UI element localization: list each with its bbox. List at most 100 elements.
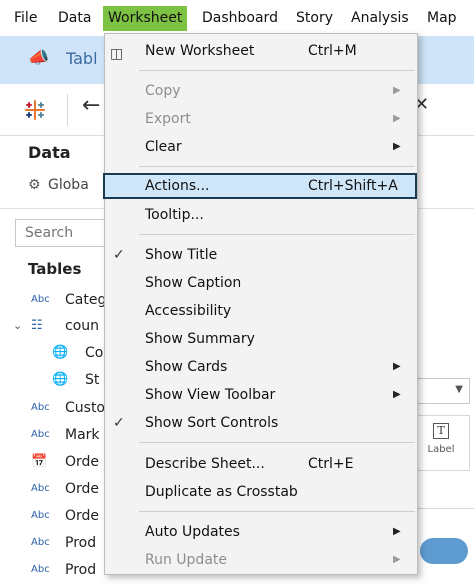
menu-item-label: Clear: [145, 139, 182, 155]
menu-bar: File Data Worksheet Dashboard Story Anal…: [0, 0, 474, 36]
toolbar-separator: [67, 94, 68, 126]
menu-item-label: Show Summary: [145, 331, 255, 347]
menu-item-show-title[interactable]: ✓ Show Title: [105, 242, 417, 268]
menu-worksheet[interactable]: Worksheet: [103, 6, 188, 31]
field-name: coun: [65, 318, 100, 334]
menu-item-label: Show Caption: [145, 275, 242, 291]
shortcut-label: Ctrl+Shift+A: [308, 178, 398, 194]
string-type-icon: Abc: [31, 402, 50, 413]
menu-item-describe-sheet[interactable]: Describe Sheet... Ctrl+E: [105, 451, 417, 477]
menu-item-auto-updates[interactable]: Auto Updates ▶: [105, 519, 417, 545]
data-source[interactable]: ⚙ Globa: [28, 177, 89, 193]
menu-item-accessibility[interactable]: Accessibility: [105, 298, 417, 324]
hierarchy-icon: ☷: [31, 318, 43, 333]
submenu-arrow-icon: ▶: [393, 361, 401, 372]
menu-item-show-summary[interactable]: Show Summary: [105, 326, 417, 352]
menu-item-label: Run Update: [145, 552, 227, 568]
string-type-icon: Abc: [31, 294, 50, 305]
submenu-arrow-icon: ▶: [393, 389, 401, 400]
marks-divider: [410, 508, 474, 509]
menu-separator: [139, 166, 415, 167]
back-arrow-icon[interactable]: ←: [82, 93, 100, 118]
calendar-icon: 📅: [31, 454, 48, 469]
field-name: Mark: [65, 427, 100, 443]
field-name: Custo: [65, 400, 105, 416]
menu-item-actions[interactable]: Actions... Ctrl+Shift+A: [103, 173, 417, 199]
menu-analysis[interactable]: Analysis: [346, 6, 414, 31]
submenu-arrow-icon: ▶: [393, 85, 401, 96]
shortcut-label: Ctrl+M: [308, 43, 357, 59]
field-pill[interactable]: [420, 538, 468, 564]
tables-heading: Tables: [28, 260, 82, 278]
menu-item-label: New Worksheet: [145, 43, 255, 59]
tableau-logo-icon[interactable]: [23, 98, 47, 122]
menu-item-label: Actions...: [145, 178, 210, 194]
menu-dashboard[interactable]: Dashboard: [197, 6, 283, 31]
field-name: Orde: [65, 508, 100, 524]
field-name: St: [85, 372, 100, 388]
checkmark-icon: ✓: [113, 415, 125, 431]
menu-item-label: Describe Sheet...: [145, 456, 265, 472]
chevron-down-icon: ▼: [455, 384, 463, 395]
submenu-arrow-icon: ▶: [393, 554, 401, 565]
menu-file[interactable]: File: [9, 6, 42, 31]
menu-item-show-caption[interactable]: Show Caption: [105, 270, 417, 296]
menu-item-label: Show Cards: [145, 359, 228, 375]
menu-item-export[interactable]: Export ▶: [105, 106, 417, 132]
globe-icon: 🌐: [52, 345, 69, 360]
menu-item-duplicate-crosstab[interactable]: Duplicate as Crosstab: [105, 479, 417, 505]
string-type-icon: Abc: [31, 510, 50, 521]
string-type-icon: Abc: [31, 537, 50, 548]
menu-data[interactable]: Data: [53, 6, 96, 31]
menu-item-label: Show Title: [145, 247, 218, 263]
menu-item-copy[interactable]: Copy ▶: [105, 78, 417, 104]
submenu-arrow-icon: ▶: [393, 113, 401, 124]
field-name: Orde: [65, 454, 100, 470]
string-type-icon: Abc: [31, 429, 50, 440]
submenu-arrow-icon: ▶: [393, 526, 401, 537]
menu-item-show-sort-controls[interactable]: ✓ Show Sort Controls: [105, 410, 417, 436]
menu-item-new-worksheet[interactable]: ◫ New Worksheet Ctrl+M: [105, 38, 417, 64]
shortcut-label: Ctrl+E: [308, 456, 354, 472]
banner-title: Tabl: [66, 49, 98, 68]
menu-map[interactable]: Map: [422, 6, 462, 31]
menu-item-label: Show Sort Controls: [145, 415, 279, 431]
menu-item-tooltip[interactable]: Tooltip...: [105, 202, 417, 228]
menu-item-run-update[interactable]: Run Update ▶: [105, 547, 417, 573]
field-name: Prod: [65, 535, 97, 551]
checkmark-icon: ✓: [113, 247, 125, 263]
chevron-down-icon[interactable]: ⌄: [13, 314, 22, 338]
menu-separator: [139, 511, 415, 512]
menu-item-label: Auto Updates: [145, 524, 240, 540]
menu-separator: [139, 234, 415, 235]
label-mark-button[interactable]: T Label: [412, 415, 470, 471]
menu-separator: [139, 442, 415, 443]
field-search-input[interactable]: [15, 219, 115, 247]
globe-icon: 🌐: [52, 372, 69, 387]
worksheet-menu: ◫ New Worksheet Ctrl+M Copy ▶ Export ▶ C…: [103, 33, 418, 575]
label-icon: T: [433, 423, 449, 439]
field-name: Orde: [65, 481, 100, 497]
menu-item-label: Show View Toolbar: [145, 387, 276, 403]
submenu-arrow-icon: ▶: [393, 141, 401, 152]
menu-item-clear[interactable]: Clear ▶: [105, 134, 417, 160]
menu-item-label: Accessibility: [145, 303, 232, 319]
data-source-icon: ⚙: [28, 177, 41, 193]
string-type-icon: Abc: [31, 483, 50, 494]
data-pane-title: Data: [28, 143, 71, 162]
menu-separator: [139, 70, 415, 71]
field-name: Co: [85, 345, 104, 361]
menu-story[interactable]: Story: [291, 6, 338, 31]
menu-item-label: Export: [145, 111, 191, 127]
menu-item-show-cards[interactable]: Show Cards ▶: [105, 354, 417, 380]
menu-item-label: Copy: [145, 83, 181, 99]
menu-item-label: Tooltip...: [145, 207, 204, 223]
mark-type-dropdown[interactable]: ▼: [410, 378, 470, 404]
label-mark-text: Label: [427, 444, 455, 455]
string-type-icon: Abc: [31, 564, 50, 575]
field-name: Prod: [65, 562, 97, 578]
megaphone-icon: 📣: [28, 48, 50, 68]
new-worksheet-icon: ◫: [110, 46, 124, 62]
menu-item-show-view-toolbar[interactable]: Show View Toolbar ▶: [105, 382, 417, 408]
menu-item-label: Duplicate as Crosstab: [145, 484, 298, 500]
